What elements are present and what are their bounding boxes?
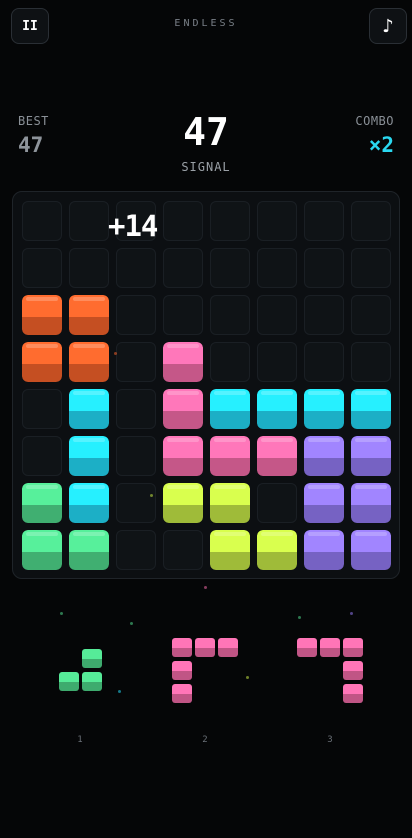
board-cell-empty[interactable] bbox=[116, 436, 156, 476]
board-block-pink bbox=[210, 436, 250, 476]
combo-multiplier-value: ×2 bbox=[368, 133, 394, 157]
board-block-lime bbox=[257, 530, 297, 570]
game-board[interactable] bbox=[12, 191, 400, 579]
board-cell-empty[interactable] bbox=[257, 483, 297, 523]
tray-piece-block bbox=[172, 638, 192, 657]
board-block-cyan bbox=[69, 389, 109, 429]
board-cell-empty[interactable] bbox=[116, 530, 156, 570]
board-block-orange bbox=[22, 342, 62, 382]
board-block-cyan bbox=[257, 389, 297, 429]
tray-piece-block bbox=[195, 638, 215, 657]
board-block-orange bbox=[69, 342, 109, 382]
board-cell-empty[interactable] bbox=[351, 342, 391, 382]
board-block-orange bbox=[69, 295, 109, 335]
board-cell-empty[interactable] bbox=[257, 201, 297, 241]
spark-particle bbox=[130, 622, 133, 625]
board-cell-empty[interactable] bbox=[304, 248, 344, 288]
tray-slot-label: 3 bbox=[327, 735, 333, 745]
board-cell-empty[interactable] bbox=[116, 342, 156, 382]
board-cell-empty[interactable] bbox=[257, 342, 297, 382]
score-popup: +14 bbox=[108, 209, 158, 243]
spark-particle bbox=[298, 616, 301, 619]
board-block-cyan bbox=[69, 436, 109, 476]
board-block-purple bbox=[351, 530, 391, 570]
board-cell-empty[interactable] bbox=[257, 295, 297, 335]
board-cell-empty[interactable] bbox=[210, 295, 250, 335]
board-block-lime bbox=[163, 483, 203, 523]
spark-particle bbox=[350, 612, 353, 615]
board-block-green bbox=[22, 530, 62, 570]
board-block-pink bbox=[163, 342, 203, 382]
board-cell-empty[interactable] bbox=[69, 248, 109, 288]
board-block-pink bbox=[163, 436, 203, 476]
tray-piece-block bbox=[172, 661, 192, 680]
tray-piece-block bbox=[343, 638, 363, 657]
board-block-purple bbox=[304, 530, 344, 570]
board-block-purple bbox=[304, 436, 344, 476]
tray-piece-block bbox=[82, 649, 102, 668]
spark-particle bbox=[204, 586, 207, 589]
board-cell-empty[interactable] bbox=[304, 295, 344, 335]
board-cell-empty[interactable] bbox=[22, 248, 62, 288]
board-cell-empty[interactable] bbox=[163, 530, 203, 570]
board-cell-empty[interactable] bbox=[304, 342, 344, 382]
tray-piece-block bbox=[343, 661, 363, 680]
board-cell-empty[interactable] bbox=[116, 389, 156, 429]
tray-piece-block bbox=[82, 672, 102, 691]
tray-piece-block bbox=[297, 638, 317, 657]
tray-piece-block bbox=[343, 684, 363, 703]
board-block-lime bbox=[210, 530, 250, 570]
tray-piece-block bbox=[218, 638, 238, 657]
music-toggle-button[interactable]: ♪ bbox=[369, 8, 407, 44]
spark-particle bbox=[150, 494, 153, 497]
tray-slot-label: 1 bbox=[77, 735, 83, 745]
board-block-purple bbox=[351, 483, 391, 523]
board-cell-empty[interactable] bbox=[257, 248, 297, 288]
mode-title: ENDLESS bbox=[174, 18, 238, 29]
board-cell-empty[interactable] bbox=[351, 201, 391, 241]
tray-piece-block bbox=[172, 684, 192, 703]
board-cell-empty[interactable] bbox=[116, 248, 156, 288]
board-block-purple bbox=[351, 436, 391, 476]
music-note-icon: ♪ bbox=[382, 15, 394, 37]
board-cell-empty[interactable] bbox=[210, 201, 250, 241]
board-block-green bbox=[22, 483, 62, 523]
board-block-pink bbox=[163, 389, 203, 429]
board-cell-empty[interactable] bbox=[351, 295, 391, 335]
board-cell-empty[interactable] bbox=[210, 248, 250, 288]
board-block-cyan bbox=[210, 389, 250, 429]
board-cell-empty[interactable] bbox=[116, 295, 156, 335]
spark-particle bbox=[118, 690, 121, 693]
spark-particle bbox=[246, 676, 249, 679]
board-cell-empty[interactable] bbox=[351, 248, 391, 288]
board-block-cyan bbox=[351, 389, 391, 429]
board-cell-empty[interactable] bbox=[116, 483, 156, 523]
board-block-purple bbox=[304, 483, 344, 523]
combo-label: COMBO bbox=[355, 114, 394, 128]
board-block-cyan bbox=[304, 389, 344, 429]
board-block-pink bbox=[257, 436, 297, 476]
spark-particle bbox=[60, 612, 63, 615]
board-cell-empty[interactable] bbox=[304, 201, 344, 241]
current-score-value: 47 bbox=[183, 110, 229, 154]
tray-piece-block bbox=[320, 638, 340, 657]
board-cell-empty[interactable] bbox=[210, 342, 250, 382]
board-cell-empty[interactable] bbox=[163, 295, 203, 335]
tray-slot-label: 2 bbox=[202, 735, 208, 745]
board-block-green bbox=[69, 530, 109, 570]
board-cell-empty[interactable] bbox=[22, 436, 62, 476]
board-cell-empty[interactable] bbox=[22, 389, 62, 429]
board-block-lime bbox=[210, 483, 250, 523]
board-block-cyan bbox=[69, 483, 109, 523]
board-cell-empty[interactable] bbox=[163, 201, 203, 241]
board-cell-empty[interactable] bbox=[163, 248, 203, 288]
spark-particle bbox=[114, 352, 117, 355]
board-cell-empty[interactable] bbox=[22, 201, 62, 241]
board-block-orange bbox=[22, 295, 62, 335]
board-cell-empty[interactable] bbox=[69, 201, 109, 241]
current-score-label: SIGNAL bbox=[181, 160, 231, 174]
tray-piece-block bbox=[59, 672, 79, 691]
